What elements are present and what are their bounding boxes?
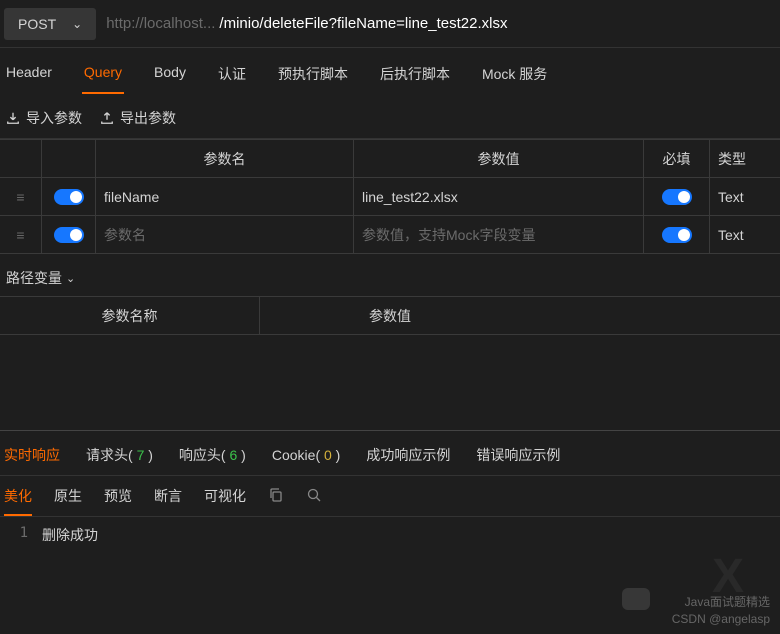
- path-variables-toggle[interactable]: 路径变量 ⌄: [0, 254, 780, 296]
- code-line: 删除成功: [42, 525, 98, 545]
- table-header-row: 参数名称 参数值: [0, 297, 780, 335]
- view-preview[interactable]: 预览: [104, 486, 132, 506]
- param-type[interactable]: Text: [710, 178, 780, 215]
- param-required-toggle[interactable]: [662, 227, 692, 243]
- col-type: 类型: [710, 140, 780, 177]
- import-params-button[interactable]: 导入参数: [6, 108, 82, 128]
- view-raw[interactable]: 原生: [54, 486, 82, 506]
- watermark-text: Java面试题精选 CSDN @angelasp: [672, 594, 770, 628]
- param-type[interactable]: Text: [710, 216, 780, 253]
- table-row: ≡ Text: [0, 178, 780, 216]
- drag-handle-icon[interactable]: ≡: [0, 216, 42, 253]
- tab-success-example[interactable]: 成功响应示例: [366, 445, 450, 465]
- tab-error-example[interactable]: 错误响应示例: [476, 445, 560, 465]
- view-viz[interactable]: 可视化: [204, 486, 246, 506]
- drag-handle-icon[interactable]: ≡: [0, 178, 42, 215]
- request-tabs: Header Query Body 认证 预执行脚本 后执行脚本 Mock 服务: [0, 48, 780, 94]
- response-view-tabs: 美化 原生 预览 断言 可视化: [0, 476, 780, 517]
- param-required-toggle[interactable]: [662, 189, 692, 205]
- upload-icon: [100, 111, 114, 125]
- tab-postscript[interactable]: 后执行脚本: [378, 64, 452, 94]
- line-number: 1: [0, 525, 42, 545]
- response-panel: 实时响应 请求头( 7 ) 响应头( 6 ) Cookie( 0 ) 成功响应示…: [0, 430, 780, 634]
- col-required: 必填: [644, 140, 710, 177]
- tab-cookie[interactable]: Cookie( 0 ): [272, 445, 341, 465]
- export-params-button[interactable]: 导出参数: [100, 108, 176, 128]
- url-base: http://localhost...: [106, 15, 215, 32]
- query-params-table: 参数名 参数值 必填 类型 ≡ Text ≡ Text: [0, 139, 780, 254]
- param-name-input[interactable]: [104, 227, 345, 243]
- tab-realtime-response[interactable]: 实时响应: [4, 445, 60, 465]
- param-name-input[interactable]: [104, 189, 345, 205]
- tab-response-headers[interactable]: 响应头( 6 ): [179, 445, 246, 465]
- param-value-input[interactable]: [362, 189, 635, 205]
- search-icon[interactable]: [306, 487, 322, 506]
- col-name: 参数名: [96, 140, 354, 177]
- tab-body[interactable]: Body: [152, 64, 188, 94]
- wechat-icon: [622, 588, 650, 610]
- tab-prescript[interactable]: 预执行脚本: [276, 64, 350, 94]
- http-method-label: POST: [18, 16, 56, 32]
- tab-request-headers[interactable]: 请求头( 7 ): [86, 445, 153, 465]
- param-enable-toggle[interactable]: [54, 189, 84, 205]
- response-tabs: 实时响应 请求头( 7 ) 响应头( 6 ) Cookie( 0 ) 成功响应示…: [0, 431, 780, 476]
- chevron-down-icon: ⌄: [66, 272, 75, 285]
- tab-mock[interactable]: Mock 服务: [480, 64, 549, 94]
- path-variables-table: 参数名称 参数值: [0, 296, 780, 335]
- tab-query[interactable]: Query: [82, 64, 124, 94]
- param-enable-toggle[interactable]: [54, 227, 84, 243]
- tab-auth[interactable]: 认证: [216, 64, 248, 94]
- download-icon: [6, 111, 20, 125]
- url-path: /minio/deleteFile?fileName=line_test22.x…: [219, 15, 507, 32]
- tab-header[interactable]: Header: [4, 64, 54, 94]
- url-input[interactable]: http://localhost... /minio/deleteFile?fi…: [106, 15, 776, 32]
- view-assert[interactable]: 断言: [154, 486, 182, 506]
- col-name: 参数名称: [0, 297, 260, 334]
- col-value: 参数值: [354, 140, 644, 177]
- view-beautify[interactable]: 美化: [4, 486, 32, 506]
- response-body[interactable]: 1 删除成功: [0, 517, 780, 553]
- copy-icon[interactable]: [268, 487, 284, 506]
- param-value-input[interactable]: [362, 227, 635, 243]
- chevron-down-icon: ⌄: [72, 17, 82, 31]
- table-row: ≡ Text: [0, 216, 780, 254]
- table-header-row: 参数名 参数值 必填 类型: [0, 140, 780, 178]
- col-value: 参数值: [260, 297, 520, 334]
- http-method-select[interactable]: POST ⌄: [4, 8, 96, 40]
